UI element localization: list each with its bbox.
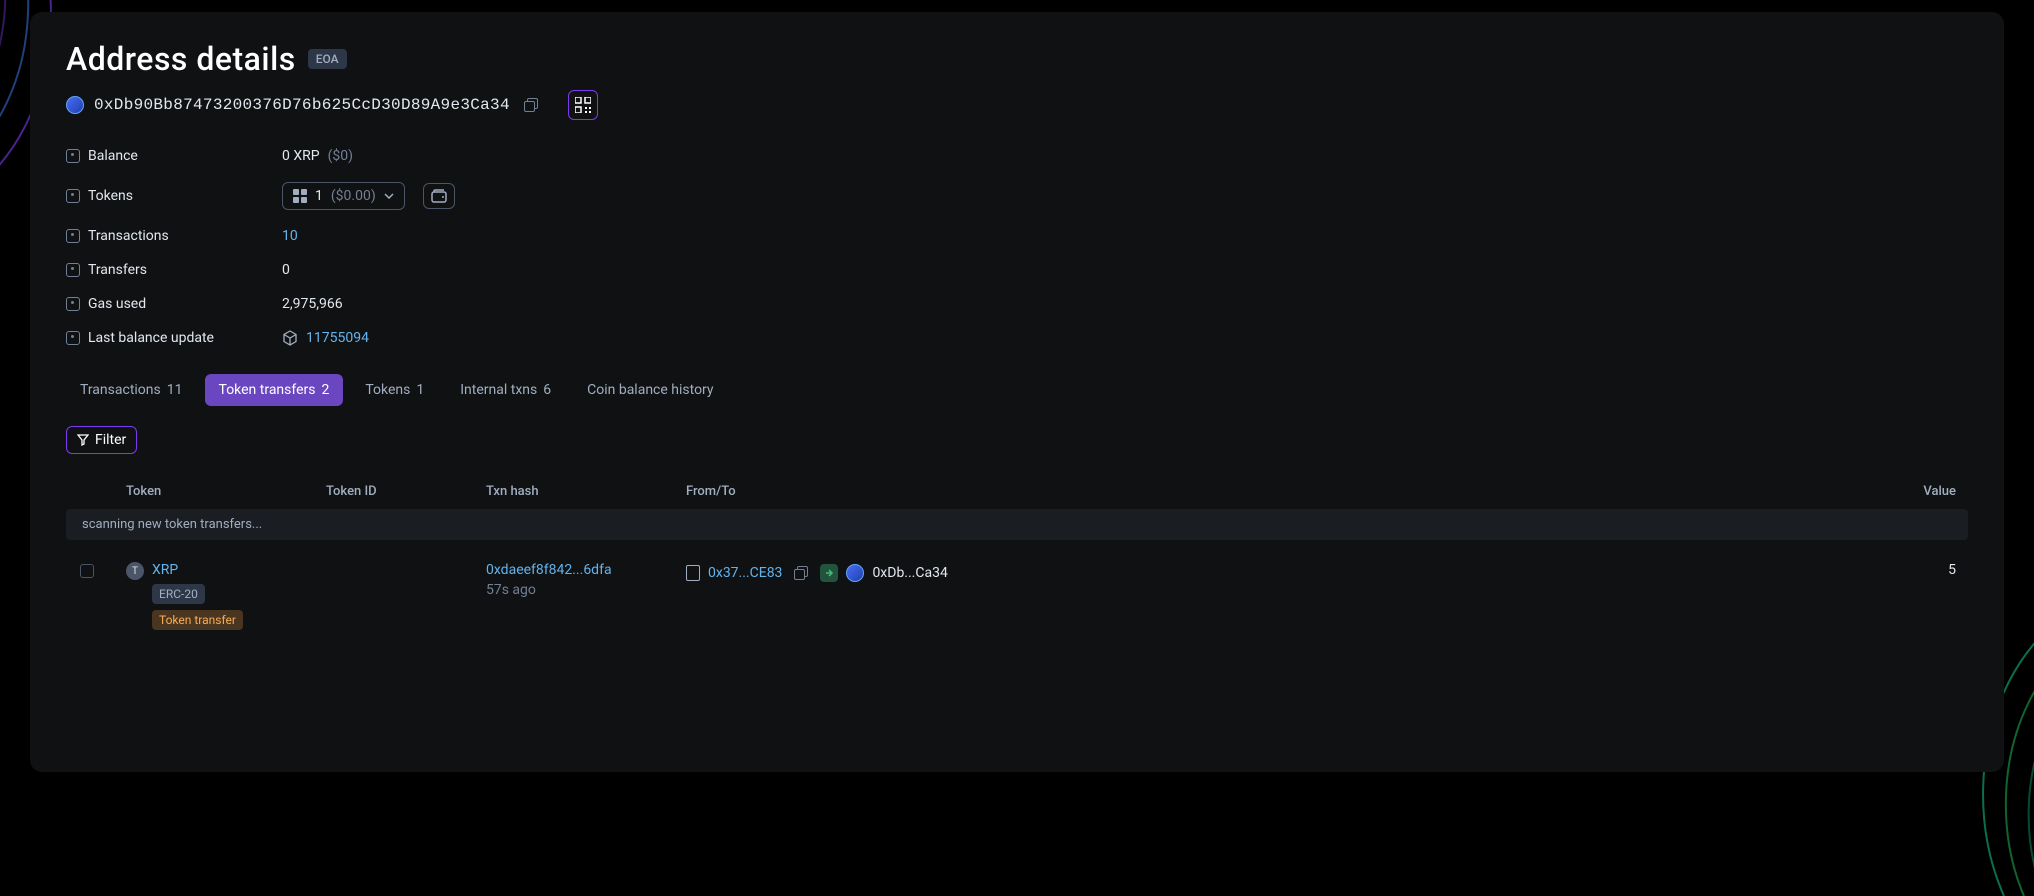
txn-hash-link[interactable]: 0xdaeef8f842...6dfa	[486, 562, 686, 578]
last-update-link[interactable]: 11755094	[306, 330, 369, 346]
info-row-transfers: Transfers 0	[66, 262, 1968, 278]
token-symbol-link[interactable]: XRP	[152, 562, 178, 578]
tab-coin-balance-history[interactable]: Coin balance history	[573, 374, 727, 406]
wallet-button[interactable]	[423, 183, 455, 209]
scanning-status: scanning new token transfers...	[66, 509, 1968, 540]
page-title: Address details	[66, 40, 296, 78]
last-update-label: Last balance update	[88, 330, 214, 346]
row-value: 5	[1366, 562, 1968, 578]
balance-value: 0 XRP	[282, 148, 320, 164]
wallet-icon	[431, 189, 447, 203]
info-row-gas: Gas used 2,975,966	[66, 296, 1968, 312]
th-token-id: Token ID	[326, 484, 486, 499]
tab-transactions[interactable]: Transactions 11	[66, 374, 197, 406]
eoa-badge: EOA	[308, 49, 347, 69]
copy-icon	[794, 566, 808, 580]
contract-icon	[686, 565, 700, 581]
info-icon	[66, 263, 80, 277]
info-row-last-update: Last balance update 11755094	[66, 330, 1968, 346]
copy-address-button[interactable]	[520, 94, 542, 116]
tab-internal-txns[interactable]: Internal txns 6	[446, 374, 565, 406]
row-checkbox[interactable]	[80, 564, 94, 578]
transfers-label: Transfers	[88, 262, 147, 278]
address-hash: 0xDb90Bb87473200376D76b625CcD30D89A9e3Ca…	[94, 96, 510, 114]
chevron-down-icon	[384, 193, 394, 199]
transfer-type-badge: Token transfer	[152, 610, 243, 630]
from-address-link[interactable]: 0x37...CE83	[708, 565, 782, 581]
to-address-logo	[846, 564, 864, 582]
tab-token-transfers[interactable]: Token transfers 2	[205, 374, 344, 406]
grid-icon	[293, 189, 307, 203]
th-token: Token	[126, 484, 326, 499]
tokens-dropdown[interactable]: 1 ($0.00)	[282, 182, 405, 210]
info-icon	[66, 149, 80, 163]
info-icon	[66, 331, 80, 345]
table-row: T XRP ERC-20 Token transfer 0xdaeef8f842…	[66, 548, 1968, 644]
qr-button[interactable]	[568, 90, 598, 120]
direction-arrow-in	[820, 564, 838, 582]
to-address: 0xDb...Ca34	[872, 565, 947, 581]
tokens-count: 1	[315, 188, 323, 204]
info-icon	[66, 297, 80, 311]
tokens-fiat: ($0.00)	[331, 188, 376, 204]
copy-icon	[524, 98, 538, 112]
balance-fiat: ($0)	[328, 148, 353, 164]
txn-time: 57s ago	[486, 582, 686, 598]
th-value: Value	[1366, 484, 1968, 499]
tokens-label: Tokens	[88, 188, 133, 204]
copy-from-button[interactable]	[790, 562, 812, 584]
info-row-tokens: Tokens 1 ($0.00)	[66, 182, 1968, 210]
info-icon	[66, 229, 80, 243]
token-type-badge: ERC-20	[152, 584, 205, 604]
info-row-balance: Balance 0 XRP ($0)	[66, 148, 1968, 164]
info-icon	[66, 189, 80, 203]
filter-button[interactable]: Filter	[66, 426, 137, 454]
info-row-transactions: Transactions 10	[66, 228, 1968, 244]
qr-icon	[575, 97, 591, 113]
transactions-link[interactable]: 10	[282, 228, 298, 244]
th-from-to: From/To	[686, 484, 1366, 499]
filter-icon	[77, 434, 89, 446]
block-icon	[282, 330, 298, 346]
balance-label: Balance	[88, 148, 138, 164]
th-txn-hash: Txn hash	[486, 484, 686, 499]
token-avatar: T	[126, 562, 144, 580]
gas-label: Gas used	[88, 296, 146, 312]
tab-tokens[interactable]: Tokens 1	[351, 374, 438, 406]
gas-value: 2,975,966	[282, 296, 343, 312]
table-header: Token Token ID Txn hash From/To Value	[66, 474, 1968, 509]
transactions-label: Transactions	[88, 228, 169, 244]
filter-label: Filter	[95, 432, 126, 448]
transfers-value: 0	[282, 262, 290, 278]
address-logo	[66, 96, 84, 114]
